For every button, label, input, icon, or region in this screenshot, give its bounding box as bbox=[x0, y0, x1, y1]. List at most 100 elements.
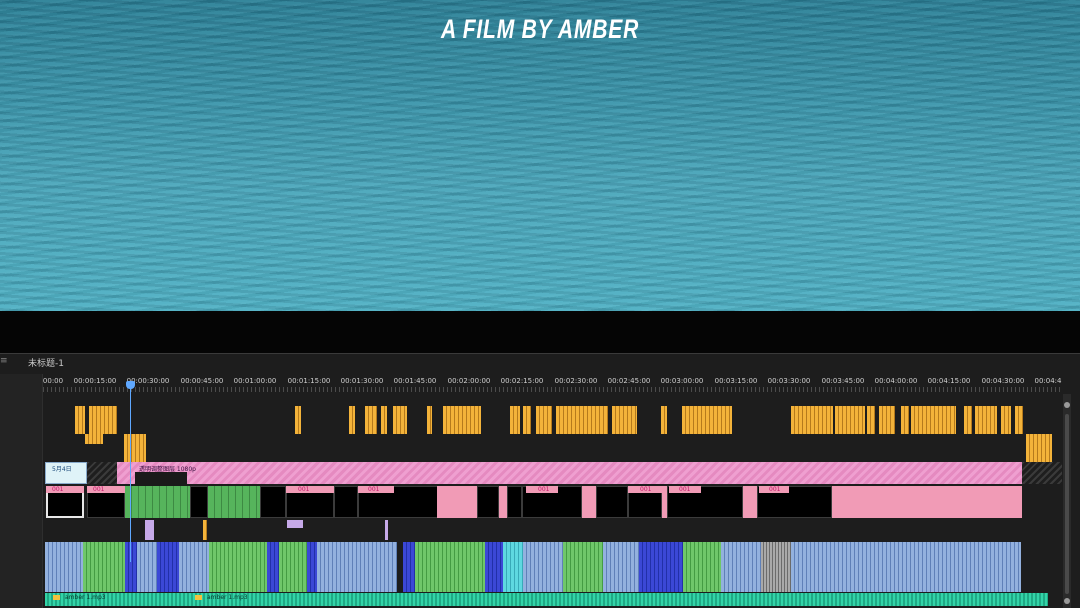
video-clip[interactable] bbox=[867, 406, 875, 434]
playhead[interactable] bbox=[130, 382, 131, 562]
audio-clip[interactable] bbox=[523, 542, 563, 592]
video-clip[interactable] bbox=[260, 486, 286, 518]
video-clip[interactable] bbox=[385, 520, 388, 540]
audio-clip[interactable] bbox=[125, 542, 137, 592]
video-clip[interactable] bbox=[125, 486, 190, 518]
video-track-v2: 5月4日 透明调整图层 1080p bbox=[43, 462, 1063, 494]
video-clip[interactable] bbox=[365, 406, 377, 434]
video-clip[interactable] bbox=[85, 434, 103, 444]
video-clip[interactable] bbox=[89, 406, 117, 434]
video-clip[interactable] bbox=[523, 406, 531, 434]
video-clip[interactable] bbox=[1015, 406, 1023, 434]
audio-clip[interactable] bbox=[485, 542, 503, 592]
ruler-label: 00:01:45:00 bbox=[393, 377, 437, 385]
video-clip[interactable] bbox=[661, 406, 667, 434]
audio-clip[interactable] bbox=[307, 542, 317, 592]
title-clip[interactable]: 5月4日 bbox=[45, 462, 87, 484]
audio-clip[interactable] bbox=[563, 542, 603, 592]
video-clip[interactable] bbox=[124, 434, 146, 462]
video-clip[interactable] bbox=[287, 520, 303, 528]
clip-label: 001 bbox=[769, 486, 781, 493]
audio-clip[interactable] bbox=[403, 542, 415, 592]
audio-clip[interactable] bbox=[683, 542, 721, 592]
video-clip[interactable] bbox=[437, 486, 477, 518]
audio-clip[interactable] bbox=[931, 542, 1021, 592]
video-clip[interactable] bbox=[1001, 406, 1011, 434]
panel-menu-icon[interactable]: ≡ bbox=[0, 356, 8, 366]
empty-gap bbox=[1022, 462, 1062, 484]
audio-clip[interactable] bbox=[603, 542, 639, 592]
audio-clip[interactable] bbox=[179, 542, 209, 592]
video-clip[interactable] bbox=[393, 406, 407, 434]
clip-header: 001 bbox=[669, 486, 701, 493]
clip-header: 001 bbox=[87, 486, 125, 493]
video-clip[interactable] bbox=[536, 406, 552, 434]
video-clip[interactable] bbox=[832, 486, 1022, 518]
scroll-handle-icon[interactable] bbox=[1064, 598, 1070, 604]
clip-header: 001 bbox=[628, 486, 662, 493]
video-track-markers bbox=[43, 520, 1063, 540]
video-clip[interactable] bbox=[427, 406, 432, 434]
audio-clip[interactable] bbox=[721, 542, 761, 592]
video-clip[interactable] bbox=[75, 406, 85, 434]
time-ruler[interactable]: 00:00 00:00:15:00 00:00:30:00 00:00:45:0… bbox=[43, 374, 1063, 394]
audio-clip[interactable] bbox=[83, 542, 125, 592]
audio-clip[interactable] bbox=[209, 542, 267, 592]
video-clip[interactable] bbox=[145, 520, 154, 540]
video-clip[interactable] bbox=[835, 406, 865, 434]
vertical-scrollbar[interactable] bbox=[1063, 394, 1071, 608]
video-clip[interactable] bbox=[381, 406, 387, 434]
ruler-label: 00:02:45:00 bbox=[607, 377, 651, 385]
scroll-thumb[interactable] bbox=[1065, 414, 1069, 594]
ruler-label: 00:03:00:00 bbox=[660, 377, 704, 385]
ruler-label: 00:04:15:00 bbox=[927, 377, 971, 385]
video-clip[interactable] bbox=[349, 406, 355, 434]
music-clip-label[interactable]: amber 1.mp3 bbox=[65, 594, 106, 601]
video-clip[interactable] bbox=[190, 486, 208, 518]
audio-clip[interactable] bbox=[503, 542, 523, 592]
video-clip[interactable] bbox=[743, 486, 757, 518]
audio-clip[interactable] bbox=[279, 542, 307, 592]
track-headers bbox=[0, 374, 43, 608]
track-area: 5月4日 透明调整图层 1080p 001 001 001 001 001 00… bbox=[43, 394, 1063, 608]
music-clip-label[interactable]: amber 1.mp3 bbox=[207, 594, 248, 601]
video-clip[interactable] bbox=[901, 406, 909, 434]
adjustment-layer-clip[interactable]: 透明调整图层 1080p bbox=[117, 462, 1022, 484]
audio-clip[interactable] bbox=[791, 542, 931, 592]
video-clip[interactable] bbox=[463, 406, 481, 434]
video-clip[interactable] bbox=[682, 406, 732, 434]
video-clip[interactable] bbox=[582, 486, 596, 518]
video-clip[interactable] bbox=[203, 520, 207, 540]
clip-header: 001 bbox=[286, 486, 334, 493]
audio-clip[interactable] bbox=[137, 542, 157, 592]
video-clip[interactable] bbox=[612, 406, 637, 434]
video-clip[interactable] bbox=[334, 486, 358, 518]
video-clip[interactable] bbox=[791, 406, 833, 434]
video-clip[interactable] bbox=[964, 406, 972, 434]
video-clip[interactable] bbox=[477, 486, 499, 518]
audio-clip[interactable] bbox=[761, 542, 791, 592]
scroll-handle-icon[interactable] bbox=[1064, 402, 1070, 408]
sequence-tab[interactable]: 未标题-1 bbox=[28, 356, 64, 369]
clip-label: 5月4日 bbox=[52, 466, 72, 473]
audio-clip[interactable] bbox=[45, 542, 83, 592]
audio-clip[interactable] bbox=[415, 542, 485, 592]
audio-clip[interactable] bbox=[639, 542, 683, 592]
video-clip[interactable] bbox=[499, 486, 507, 518]
video-clip[interactable] bbox=[1026, 434, 1052, 462]
audio-clip[interactable] bbox=[267, 542, 279, 592]
audio-clip[interactable] bbox=[317, 542, 397, 592]
video-clip[interactable] bbox=[975, 406, 997, 434]
video-clip[interactable] bbox=[208, 486, 260, 518]
ruler-label: 00:02:30:00 bbox=[554, 377, 598, 385]
video-clip[interactable] bbox=[510, 406, 520, 434]
audio-clip[interactable] bbox=[157, 542, 179, 592]
clip-label: 001 bbox=[679, 486, 691, 493]
video-clip[interactable] bbox=[443, 406, 463, 434]
video-clip[interactable] bbox=[556, 406, 608, 434]
video-clip[interactable] bbox=[507, 486, 522, 518]
video-clip[interactable] bbox=[911, 406, 956, 434]
video-clip[interactable] bbox=[596, 486, 628, 518]
video-clip[interactable] bbox=[879, 406, 895, 434]
video-clip[interactable] bbox=[295, 406, 301, 434]
